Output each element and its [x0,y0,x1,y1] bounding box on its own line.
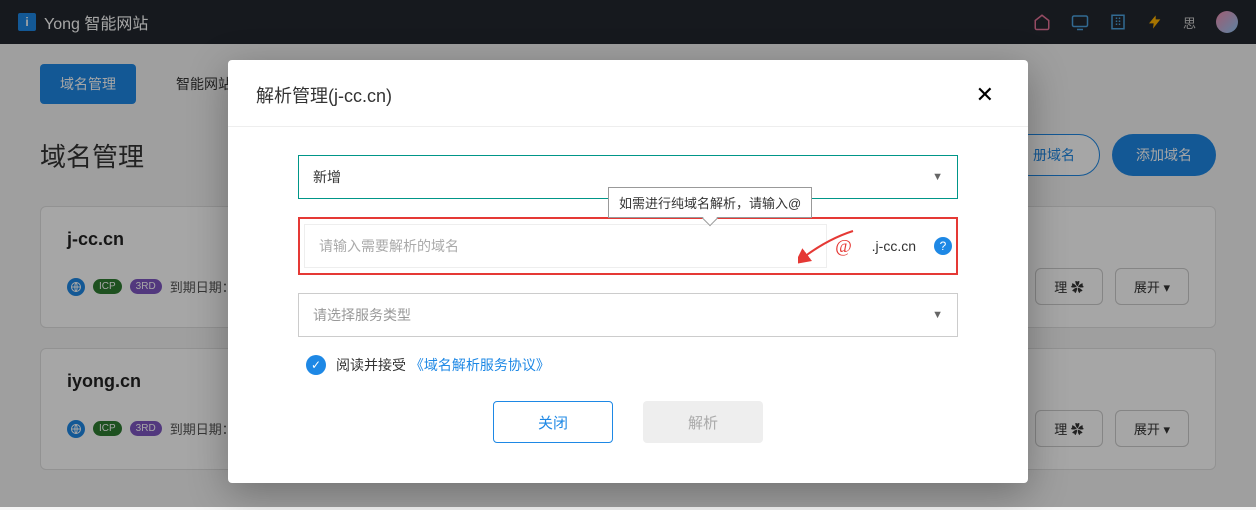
service-select-placeholder: 请选择服务类型 [313,305,411,325]
chevron-down-icon: ▼ [932,171,943,183]
modal-actions: 关闭 解析 [298,401,958,443]
agreement-row: ✓ 阅读并接受 《域名解析服务协议》 [306,355,958,375]
tooltip: 如需进行纯域名解析，请输入@ [608,187,812,218]
modal-close-button[interactable]: 关闭 [493,401,613,443]
modal-backdrop[interactable]: 解析管理(j-cc.cn) ✕ 新增 ▼ 如需进行纯域名解析，请输入@ @ .j… [0,0,1256,507]
close-icon[interactable]: ✕ [970,80,1000,110]
domain-input-row: 如需进行纯域名解析，请输入@ @ .j-cc.cn ? [298,217,958,275]
modal-title: 解析管理(j-cc.cn) [256,82,392,108]
service-select[interactable]: 请选择服务类型 ▼ [298,293,958,337]
check-icon[interactable]: ✓ [306,355,326,375]
modal-submit-button[interactable]: 解析 [643,401,763,443]
agreement-link[interactable]: 《域名解析服务协议》 [410,357,550,373]
agreement-text: 阅读并接受 《域名解析服务协议》 [336,355,550,375]
subdomain-input[interactable] [304,224,827,268]
help-icon[interactable]: ? [934,237,952,255]
modal-body: 新增 ▼ 如需进行纯域名解析，请输入@ @ .j-cc.cn ? 请选择服务类型… [228,127,1028,453]
service-select-row: 请选择服务类型 ▼ [298,293,958,337]
modal-header: 解析管理(j-cc.cn) ✕ [228,60,1028,127]
chevron-down-icon: ▼ [932,309,943,321]
action-select-value: 新增 [313,167,341,187]
dns-modal: 解析管理(j-cc.cn) ✕ 新增 ▼ 如需进行纯域名解析，请输入@ @ .j… [228,60,1028,483]
agreement-prefix: 阅读并接受 [336,357,406,373]
domain-suffix: .j-cc.cn [872,238,916,254]
at-annotation: @ [835,236,852,257]
